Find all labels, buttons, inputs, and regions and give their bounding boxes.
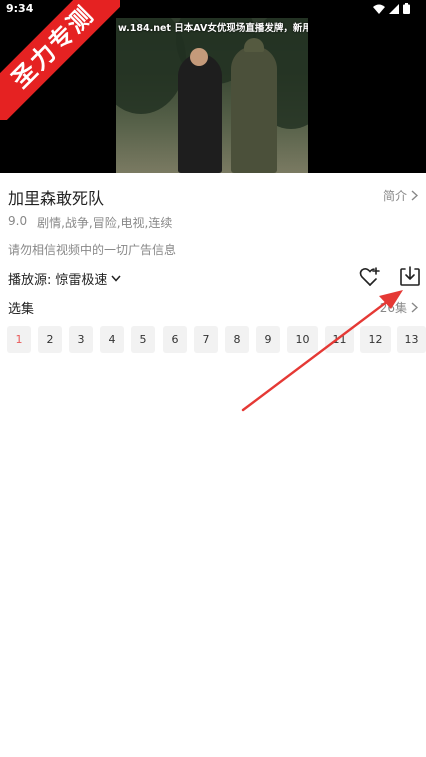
battery-icon (403, 3, 410, 14)
episode-button[interactable]: 10 (287, 326, 318, 353)
episode-button[interactable]: 5 (131, 326, 155, 353)
download-icon[interactable] (399, 265, 421, 287)
watermark-ribbon: 圣力专测 (0, 0, 120, 120)
episode-button[interactable]: 8 (225, 326, 249, 353)
episode-button[interactable]: 4 (100, 326, 124, 353)
chevron-down-icon (111, 275, 121, 282)
episode-section-label: 选集 (8, 302, 35, 317)
episode-button[interactable]: 12 (360, 326, 391, 353)
episode-button[interactable]: 13 (397, 326, 426, 353)
video-frame (116, 14, 308, 173)
episode-button[interactable]: 2 (38, 326, 62, 353)
chevron-right-icon (411, 190, 418, 201)
ad-notice: 请勿相信视频中的一切广告信息 (8, 243, 177, 257)
favorite-add-icon[interactable] (359, 266, 381, 288)
source-label: 播放源: (8, 273, 52, 288)
episode-count-link[interactable]: 26集 (380, 299, 418, 316)
video-ad-marquee: w.184.net 日本AV女优现场直播发牌，新用户注册送2 (118, 23, 308, 34)
intro-link[interactable]: 简介 (383, 187, 418, 204)
rating: 9.0 (8, 214, 28, 228)
episode-button[interactable]: 11 (325, 326, 354, 353)
episode-count: 26集 (379, 301, 407, 315)
episode-button[interactable]: 9 (256, 326, 280, 353)
watermark-text: 圣力专测 (0, 0, 120, 120)
chevron-right-icon (411, 302, 418, 313)
genres: 剧情,战争,冒险,电视,连续 (37, 216, 173, 230)
wifi-icon (373, 4, 385, 14)
episode-button[interactable]: 1 (7, 326, 31, 353)
episode-button[interactable]: 7 (194, 326, 218, 353)
episode-button[interactable]: 6 (163, 326, 187, 353)
source-value: 惊雷极速 (55, 273, 108, 288)
episode-list: 1 2 3 4 5 6 7 8 9 10 11 12 13 (7, 326, 426, 353)
intro-label: 简介 (382, 189, 407, 203)
episode-button[interactable]: 3 (69, 326, 93, 353)
signal-icon (389, 3, 399, 14)
video-meta: 9.0 剧情,战争,冒险,电视,连续 (8, 214, 172, 231)
play-source-selector[interactable]: 播放源: 惊雷极速 (8, 269, 121, 288)
video-title: 加里森敢死队 (8, 189, 105, 208)
